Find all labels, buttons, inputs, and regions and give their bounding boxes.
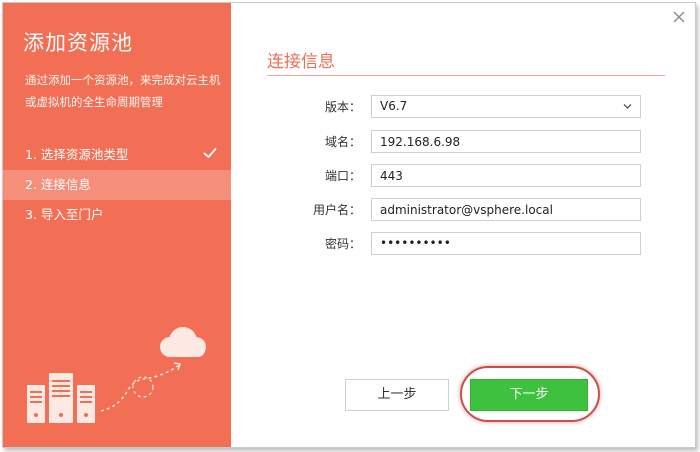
domain-input[interactable] bbox=[371, 130, 641, 153]
step-label: 2. 连接信息 bbox=[25, 177, 91, 192]
password-input[interactable]: •••••••••• bbox=[371, 232, 641, 255]
domain-label: 域名： bbox=[324, 135, 361, 149]
form-row-username: 用户名： bbox=[267, 198, 645, 222]
version-select[interactable]: V6.7 bbox=[371, 95, 641, 118]
section-title: 连接信息 bbox=[267, 52, 335, 72]
port-label: 端口： bbox=[324, 169, 361, 183]
previous-step-button[interactable]: 上一步 bbox=[345, 379, 449, 411]
add-resource-pool-dialog: 添加资源池 通过添加一个资源池，来完成对云主机或虚拟机的全生命周期管理 1. 选… bbox=[2, 2, 696, 448]
wizard-sidebar: 添加资源池 通过添加一个资源池，来完成对云主机或虚拟机的全生命周期管理 1. 选… bbox=[3, 3, 231, 447]
next-step-button[interactable]: 下一步 bbox=[470, 379, 588, 411]
wizard-step-connection-info[interactable]: 2. 连接信息 bbox=[3, 170, 231, 200]
wizard-steps: 1. 选择资源池类型 2. 连接信息 3. 导入至门户 bbox=[3, 140, 231, 230]
check-icon bbox=[203, 148, 217, 158]
form-row-version: 版本： V6.7 bbox=[267, 95, 645, 119]
close-icon[interactable] bbox=[669, 7, 689, 27]
version-select-value: V6.7 bbox=[380, 99, 408, 113]
section-divider bbox=[267, 75, 665, 76]
username-label: 用户名： bbox=[312, 203, 361, 217]
wizard-step-select-type[interactable]: 1. 选择资源池类型 bbox=[3, 140, 231, 170]
chevron-down-icon bbox=[623, 104, 632, 109]
step-label: 1. 选择资源池类型 bbox=[25, 147, 129, 162]
connection-arrow-icon bbox=[100, 364, 180, 412]
version-label: 版本： bbox=[324, 100, 361, 114]
dialog-description: 通过添加一个资源池，来完成对云主机或虚拟机的全生命周期管理 bbox=[25, 73, 221, 109]
form-row-password: 密码： •••••••••• bbox=[267, 232, 645, 256]
step-label: 3. 导入至门户 bbox=[25, 207, 104, 222]
username-input[interactable] bbox=[371, 198, 641, 221]
cloud-icon bbox=[160, 327, 206, 357]
port-input[interactable] bbox=[371, 164, 641, 187]
form-row-port: 端口： bbox=[267, 164, 645, 188]
wizard-step-import-portal[interactable]: 3. 导入至门户 bbox=[3, 200, 231, 230]
form-row-domain: 域名： bbox=[267, 130, 645, 154]
server-cloud-illustration bbox=[27, 327, 206, 423]
dialog-title: 添加资源池 bbox=[23, 31, 133, 55]
password-label: 密码： bbox=[324, 237, 361, 251]
